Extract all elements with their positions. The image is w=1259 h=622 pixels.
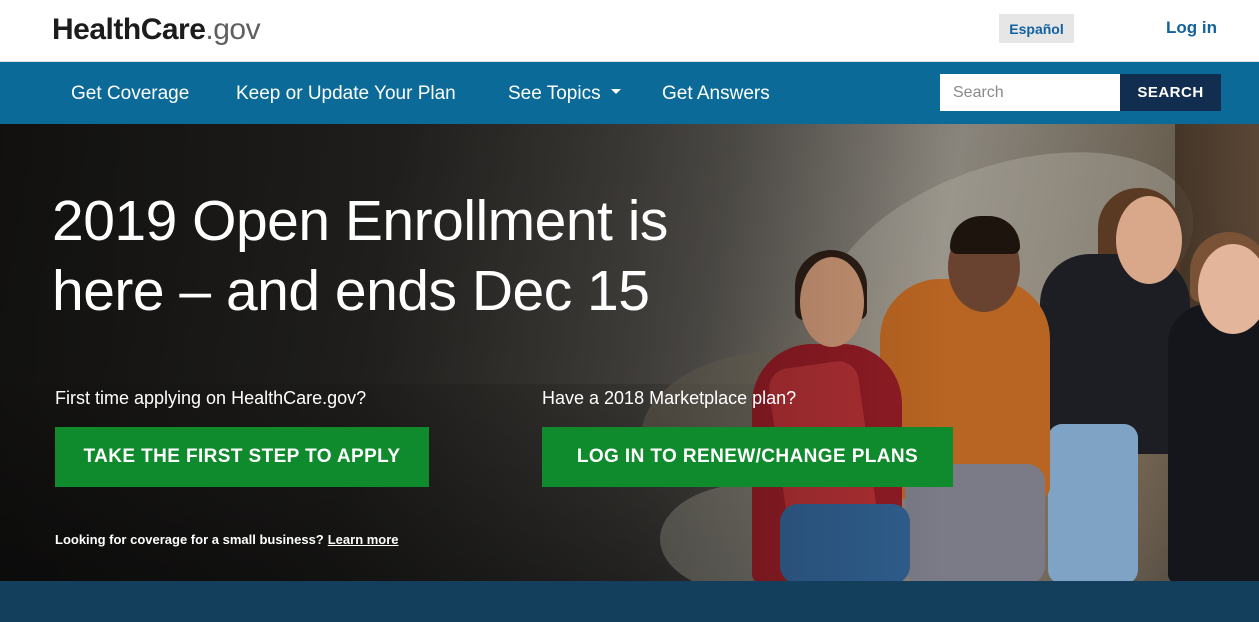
hero-headline-line1: 2019 Open Enrollment is [52,189,668,253]
small-business-text: Looking for coverage for a small busines… [55,532,324,547]
espanol-language-button[interactable]: Español [999,14,1074,43]
nav-item-get-coverage[interactable]: Get Coverage [71,83,189,105]
site-header: HealthCare.gov Español Log in [0,0,1259,61]
logo-text-gov: .gov [205,13,261,46]
first-time-prompt: First time applying on HealthCare.gov? [55,388,367,408]
learn-more-link[interactable]: Learn more [328,532,399,547]
nav-item-keep-or-update-plan[interactable]: Keep or Update Your Plan [236,83,456,105]
nav-item-get-answers[interactable]: Get Answers [662,83,770,105]
healthcare-gov-logo[interactable]: HealthCare.gov [52,10,261,50]
renew-change-plans-button[interactable]: LOG IN TO RENEW/CHANGE PLANS [542,427,953,487]
apply-button[interactable]: TAKE THE FIRST STEP TO APPLY [55,427,429,487]
nav-item-see-topics-label: See Topics [508,83,601,104]
existing-plan-prompt: Have a 2018 Marketplace plan? [542,388,797,408]
nav-item-see-topics[interactable]: See Topics [508,83,621,105]
main-nav: Get Coverage Keep or Update Your Plan Se… [0,61,1259,124]
search-button[interactable]: SEARCH [1120,74,1221,111]
hero-headline: 2019 Open Enrollment is here – and ends … [52,186,752,326]
logo-text-health: Health [52,13,141,46]
search-input[interactable] [940,74,1120,111]
logo-text-care: Care [140,13,206,46]
hero-headline-line2: here – and ends Dec 15 [52,259,650,323]
caret-down-icon [610,89,621,95]
login-link[interactable]: Log in [1166,18,1217,38]
small-business-note: Looking for coverage for a small busines… [55,532,399,547]
hero-banner: 2019 Open Enrollment is here – and ends … [0,124,1259,581]
content-section-band [0,581,1259,622]
